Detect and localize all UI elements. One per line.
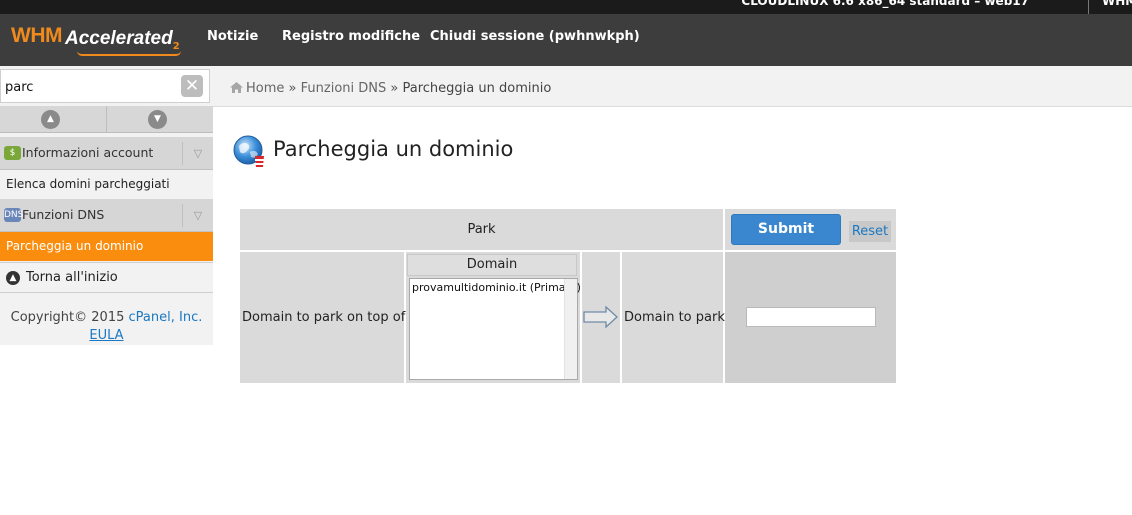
sidebar-item-label: Elenca domini parcheggiati — [6, 177, 170, 191]
nav-news[interactable]: Notizie — [207, 29, 258, 44]
nav-logout[interactable]: Chiudi sessione (pwhnwkph) — [430, 29, 640, 44]
park-header-label: Park — [467, 222, 496, 237]
domain-list-header: Domain — [407, 254, 577, 276]
sidebar: ✕ ▲ ▼ $ Informazioni account ▽ Elenca do… — [0, 66, 213, 515]
logo-accelerated-text: Accelerated — [64, 28, 173, 49]
arrow-up-circle-icon: ▲ — [6, 271, 20, 285]
breadcrumb-separator: » — [390, 81, 399, 96]
divider — [1088, 0, 1089, 14]
breadcrumb-dns[interactable]: Funzioni DNS — [301, 81, 387, 96]
park-header-cell: Park — [240, 209, 723, 250]
arrow-up-icon: ▲ — [41, 110, 60, 129]
domain-option[interactable]: provamultidominio.it (Primary) — [412, 281, 581, 294]
home-icon — [230, 82, 243, 93]
clear-search-icon[interactable]: ✕ — [181, 75, 203, 97]
reset-button[interactable]: Reset — [849, 221, 891, 242]
sidebar-search: ✕ — [0, 69, 210, 103]
domain-to-park-label: Domain to park — [624, 310, 725, 325]
sidebar-item-label: Parcheggia un dominio — [6, 239, 144, 253]
breadcrumb: Home » Funzioni DNS » Parcheggia un domi… — [213, 66, 1132, 107]
breadcrumb-separator: » — [288, 81, 297, 96]
logo-swoosh — [77, 51, 181, 56]
server-info-text: CLOUDLINUX 6.6 x86_64 standard – web17 — [741, 0, 1029, 8]
expand-all-button[interactable]: ▼ — [106, 106, 212, 133]
back-to-top-link[interactable]: ▲ Torna all'inizio — [0, 262, 213, 293]
back-to-top-label: Torna all'inizio — [26, 270, 118, 285]
collapse-all-button[interactable]: ▲ — [0, 106, 106, 133]
sidebar-category-account-info[interactable]: $ Informazioni account ▽ — [0, 137, 213, 170]
sidebar-empty-area — [0, 345, 213, 515]
nav-changelog[interactable]: Registro modifiche — [282, 29, 420, 44]
chevron-down-icon[interactable]: ▽ — [182, 204, 213, 227]
server-info-bar: CLOUDLINUX 6.6 x86_64 standard – web17 W… — [0, 0, 1132, 14]
account-info-icon: $ — [4, 146, 21, 160]
cpanel-link[interactable]: cPanel, Inc. — [129, 310, 203, 325]
breadcrumb-current: Parcheggia un dominio — [402, 81, 552, 96]
logo-whm-text: WHM — [11, 24, 62, 47]
domain-select-list[interactable]: provamultidominio.it (Primary) — [409, 278, 581, 380]
form-buttons-cell: Submit Reset — [725, 209, 896, 250]
domain-to-park-input[interactable] — [746, 307, 876, 327]
domain-to-park-input-cell — [725, 252, 896, 383]
sidebar-item-park-domain[interactable]: Parcheggia un dominio — [0, 232, 213, 261]
whm-label: WHM — [1102, 0, 1132, 8]
domain-select-cell: Domain provamultidominio.it (Primary) — [406, 252, 581, 383]
page-title: Parcheggia un dominio — [273, 137, 514, 161]
chevron-down-icon[interactable]: ▽ — [182, 142, 213, 165]
copyright-notice: Copyright© 2015 cPanel, Inc. EULA — [0, 309, 213, 345]
collapse-expand-bar: ▲ ▼ — [0, 106, 213, 133]
search-input[interactable] — [5, 76, 175, 98]
sidebar-category-dns[interactable]: DNS Funzioni DNS ▽ — [0, 199, 213, 232]
domain-list-scrollbar[interactable] — [564, 279, 577, 379]
sidebar-item-list-parked[interactable]: Elenca domini parcheggiati — [0, 170, 213, 199]
breadcrumb-home[interactable]: Home — [246, 81, 284, 96]
domain-to-park-label-cell: Domain to park — [622, 252, 725, 383]
park-on-top-label: Domain to park on top of — [242, 310, 406, 325]
dns-icon: DNS — [4, 208, 24, 222]
park-domain-globe-icon — [233, 135, 264, 167]
arrow-down-icon: ▼ — [148, 110, 167, 129]
whm-logo[interactable]: WHM Accelerated2 — [11, 24, 181, 58]
sidebar-category-label: Informazioni account — [22, 145, 154, 160]
copyright-text: Copyright© 2015 — [10, 310, 125, 325]
arrow-cell — [582, 252, 620, 383]
submit-button[interactable]: Submit — [731, 214, 841, 245]
park-form-table: Park Submit Reset Domain to park on top … — [240, 209, 896, 383]
sidebar-category-label: Funzioni DNS — [22, 207, 105, 222]
eula-link[interactable]: EULA — [89, 328, 123, 343]
arrow-right-icon — [583, 306, 618, 328]
top-header: WHM Accelerated2 Notizie Registro modific… — [0, 14, 1132, 66]
park-on-top-label-cell: Domain to park on top of — [240, 252, 406, 383]
